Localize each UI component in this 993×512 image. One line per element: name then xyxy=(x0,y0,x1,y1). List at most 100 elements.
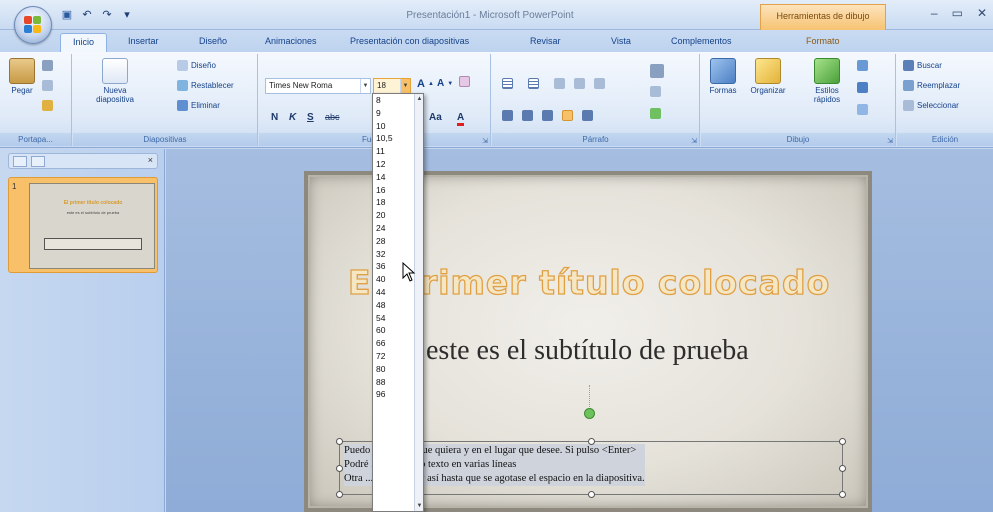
bullets-button[interactable] xyxy=(502,78,513,89)
tab-presentacion[interactable]: Presentación con diapositivas xyxy=(350,36,469,46)
tab-animaciones[interactable]: Animaciones xyxy=(265,36,317,46)
columns-icon xyxy=(582,110,593,121)
eraser-icon xyxy=(459,76,470,87)
font-size-dropdown[interactable]: 8 9 10 10,5 11 12 14 16 18 20 24 28 32 36 40 44 48 54 60 66… xyxy=(372,93,424,512)
layout-icon xyxy=(177,60,188,71)
slide-workspace: El primer título colocado este es el sub… xyxy=(166,149,993,512)
align-center-icon xyxy=(522,110,533,121)
resize-handle[interactable] xyxy=(336,465,343,472)
resize-handle[interactable] xyxy=(588,491,595,498)
office-button[interactable] xyxy=(14,6,52,44)
tab-slides[interactable] xyxy=(13,156,27,167)
replace-icon xyxy=(903,80,914,91)
smartart-button[interactable] xyxy=(650,108,661,119)
quick-styles-button[interactable]: Estilos rápidos xyxy=(805,58,849,104)
grow-font-button[interactable]: A ▲ xyxy=(417,78,434,90)
group-slides: Nueva diapositiva Diseño Restablecer Eli… xyxy=(73,54,258,146)
dialog-launcher-icon[interactable]: ⇲ xyxy=(887,137,893,145)
reset-button[interactable]: Restablecer xyxy=(177,80,234,91)
dialog-launcher-icon[interactable]: ⇲ xyxy=(691,137,697,145)
pane-tabs: × xyxy=(8,153,158,169)
font-size-combo[interactable]: 18 ▼ xyxy=(373,78,411,94)
minimize-button[interactable]: – xyxy=(931,6,938,20)
text-direction-button[interactable] xyxy=(650,64,664,78)
window-controls: – ▭ ✕ xyxy=(931,6,987,20)
shapes-button[interactable]: Formas xyxy=(705,58,741,95)
group-paragraph: Párrafo ⇲ xyxy=(492,54,700,146)
rotation-handle[interactable] xyxy=(584,408,595,419)
align-left-button[interactable] xyxy=(502,110,513,121)
select-button[interactable]: Seleccionar xyxy=(903,100,959,111)
undo-icon[interactable]: ↶ xyxy=(80,8,94,21)
delete-icon xyxy=(177,100,188,111)
paste-button[interactable]: Pegar xyxy=(6,58,38,95)
close-button[interactable]: ✕ xyxy=(977,6,987,20)
font-name-combo[interactable]: Times New Roma ▼ xyxy=(265,78,371,94)
shape-outline-button[interactable] xyxy=(857,82,868,93)
arrange-button[interactable]: Organizar xyxy=(745,58,791,95)
tab-insertar[interactable]: Insertar xyxy=(128,36,159,46)
tab-complementos[interactable]: Complementos xyxy=(671,36,732,46)
resize-handle[interactable] xyxy=(839,465,846,472)
align-text-button[interactable] xyxy=(650,86,661,97)
find-button[interactable]: Buscar xyxy=(903,60,942,71)
indent-icon xyxy=(574,78,585,89)
align-right-button[interactable] xyxy=(542,110,553,121)
clear-format-button[interactable] xyxy=(459,76,470,87)
reset-icon xyxy=(177,80,188,91)
redo-icon[interactable]: ↷ xyxy=(100,8,114,21)
cut-button[interactable] xyxy=(42,60,53,71)
chevron-down-icon[interactable]: ▼ xyxy=(400,79,410,93)
slide-thumbnail[interactable]: El primer título colocado este es el sub… xyxy=(29,183,155,269)
scroll-down-icon[interactable]: ▼ xyxy=(415,503,423,509)
slide-subtitle[interactable]: este es el subtítulo de prueba xyxy=(426,335,749,367)
numbering-button[interactable] xyxy=(528,78,539,89)
resize-handle[interactable] xyxy=(839,491,846,498)
tab-outline[interactable] xyxy=(31,156,45,167)
layout-button[interactable]: Diseño xyxy=(177,60,216,71)
font-color-button[interactable]: A xyxy=(457,112,465,126)
new-slide-button[interactable]: Nueva diapositiva xyxy=(91,58,139,104)
tab-formato[interactable]: Formato xyxy=(806,36,840,46)
bold-button[interactable]: N xyxy=(271,112,278,123)
shrink-font-button[interactable]: A ▼ xyxy=(437,78,453,89)
close-icon[interactable]: × xyxy=(148,155,153,165)
tab-vista[interactable]: Vista xyxy=(611,36,631,46)
increase-indent-button[interactable] xyxy=(574,78,585,89)
resize-handle[interactable] xyxy=(336,491,343,498)
office-logo-icon xyxy=(24,16,42,34)
format-painter-button[interactable] xyxy=(42,100,53,111)
save-icon[interactable]: ▣ xyxy=(60,8,74,21)
decrease-indent-button[interactable] xyxy=(554,78,565,89)
thumbnail-textbox xyxy=(44,238,142,250)
strikethrough-button[interactable]: abc xyxy=(325,112,340,122)
dialog-launcher-icon[interactable]: ⇲ xyxy=(482,137,488,145)
change-case-button[interactable]: Aa xyxy=(429,112,442,123)
shape-effects-button[interactable] xyxy=(857,104,868,115)
dropdown-scrollbar[interactable]: ▲ ▼ xyxy=(414,94,423,511)
customize-icon[interactable]: ▾ xyxy=(120,8,134,21)
maximize-button[interactable]: ▭ xyxy=(952,6,963,20)
tab-revisar[interactable]: Revisar xyxy=(530,36,561,46)
replace-button[interactable]: Reemplazar xyxy=(903,80,960,91)
chevron-down-icon[interactable]: ▼ xyxy=(360,79,370,93)
tab-inicio[interactable]: Inicio xyxy=(60,33,108,52)
justify-button[interactable] xyxy=(562,110,573,121)
shape-fill-button[interactable] xyxy=(857,60,868,71)
resize-handle[interactable] xyxy=(839,438,846,445)
slide-thumbnail-selected[interactable]: 1 El primer título colocado este es el s… xyxy=(8,177,158,273)
line-spacing-button[interactable] xyxy=(594,78,605,89)
shapes-icon xyxy=(710,58,736,84)
italic-button[interactable]: K xyxy=(289,112,296,123)
resize-handle[interactable] xyxy=(588,438,595,445)
pencil-icon xyxy=(857,82,868,93)
align-center-button[interactable] xyxy=(522,110,533,121)
tab-diseno[interactable]: Diseño xyxy=(199,36,227,46)
copy-button[interactable] xyxy=(42,80,53,91)
slide-number: 1 xyxy=(12,182,17,191)
resize-handle[interactable] xyxy=(336,438,343,445)
columns-button[interactable] xyxy=(582,110,593,121)
scroll-up-icon[interactable]: ▲ xyxy=(415,96,423,102)
delete-slide-button[interactable]: Eliminar xyxy=(177,100,220,111)
underline-button[interactable]: S xyxy=(307,112,314,123)
